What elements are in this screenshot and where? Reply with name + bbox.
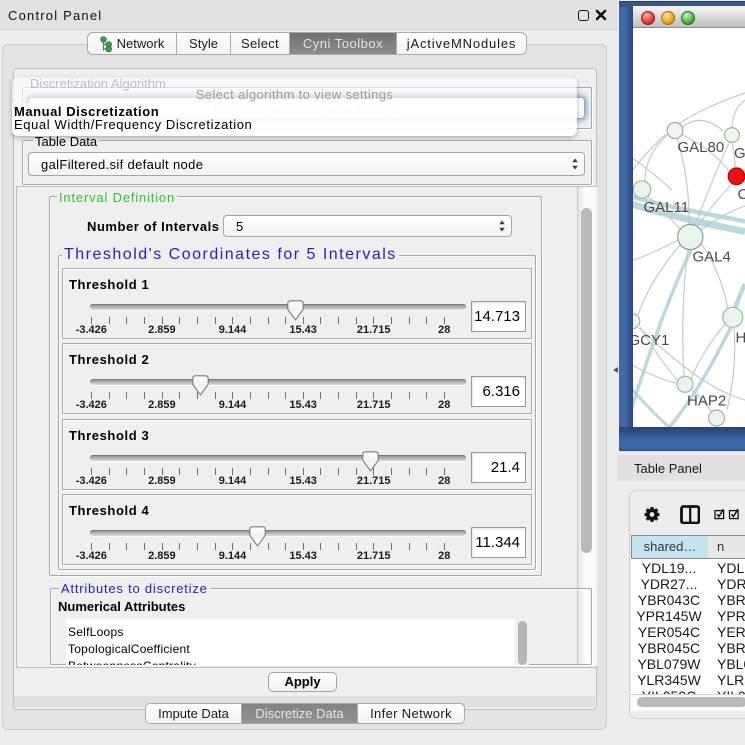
- svg-text:HAP2: HAP2: [687, 393, 726, 410]
- svg-text:C: C: [738, 186, 745, 203]
- svg-text:H: H: [736, 330, 745, 347]
- svg-text:GAL80: GAL80: [678, 139, 725, 156]
- svg-text:GAL4: GAL4: [693, 249, 731, 266]
- svg-text:GAL11: GAL11: [644, 199, 690, 216]
- svg-text:GA: GA: [734, 145, 745, 162]
- svg-text:GCY1: GCY1: [633, 332, 669, 349]
